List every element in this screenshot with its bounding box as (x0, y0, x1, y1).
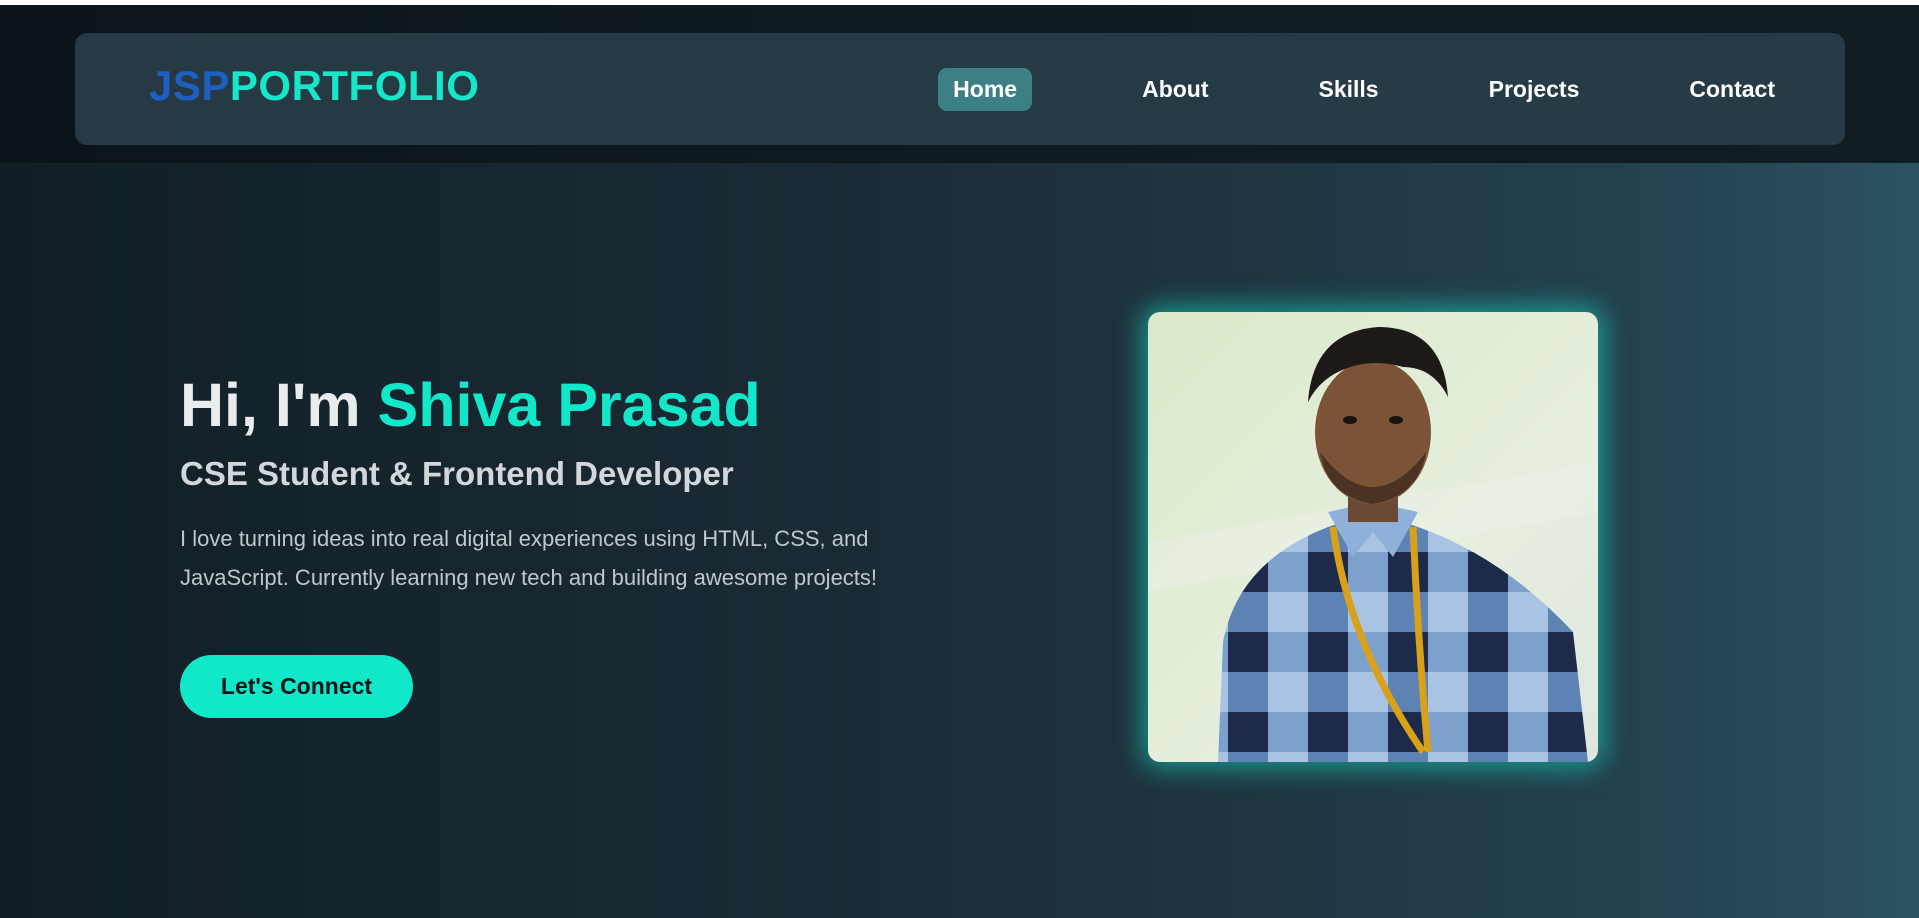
nav-projects-link[interactable]: Projects (1489, 76, 1580, 103)
logo-part-portfolio: PORTFOLIO (229, 62, 480, 109)
hero-description: I love turning ideas into real digital e… (180, 526, 878, 590)
header: JSPPORTFOLIO Home About Skills Projects … (0, 5, 1919, 163)
hero-subtitle: CSE Student & Frontend Developer (180, 455, 734, 492)
nav-links: Home About Skills Projects Contact (938, 67, 1775, 111)
navbar: JSPPORTFOLIO Home About Skills Projects … (75, 33, 1845, 145)
hero-heading: Hi, I'm Shiva Prasad (180, 371, 761, 439)
profile-photo-illustration (1148, 312, 1598, 762)
hero-greeting: Hi, I'm (180, 371, 378, 439)
nav-skills-link[interactable]: Skills (1319, 76, 1379, 103)
hero-name: Shiva Prasad (377, 371, 761, 439)
nav-home-link[interactable]: Home (938, 67, 1033, 111)
lets-connect-button[interactable]: Let's Connect (180, 655, 413, 718)
nav-contact-link[interactable]: Contact (1689, 76, 1775, 103)
nav-about-link[interactable]: About (1142, 76, 1208, 103)
logo-part-jsp: JSP (149, 62, 230, 109)
logo[interactable]: JSPPORTFOLIO (149, 65, 479, 107)
profile-photo (1148, 312, 1598, 762)
